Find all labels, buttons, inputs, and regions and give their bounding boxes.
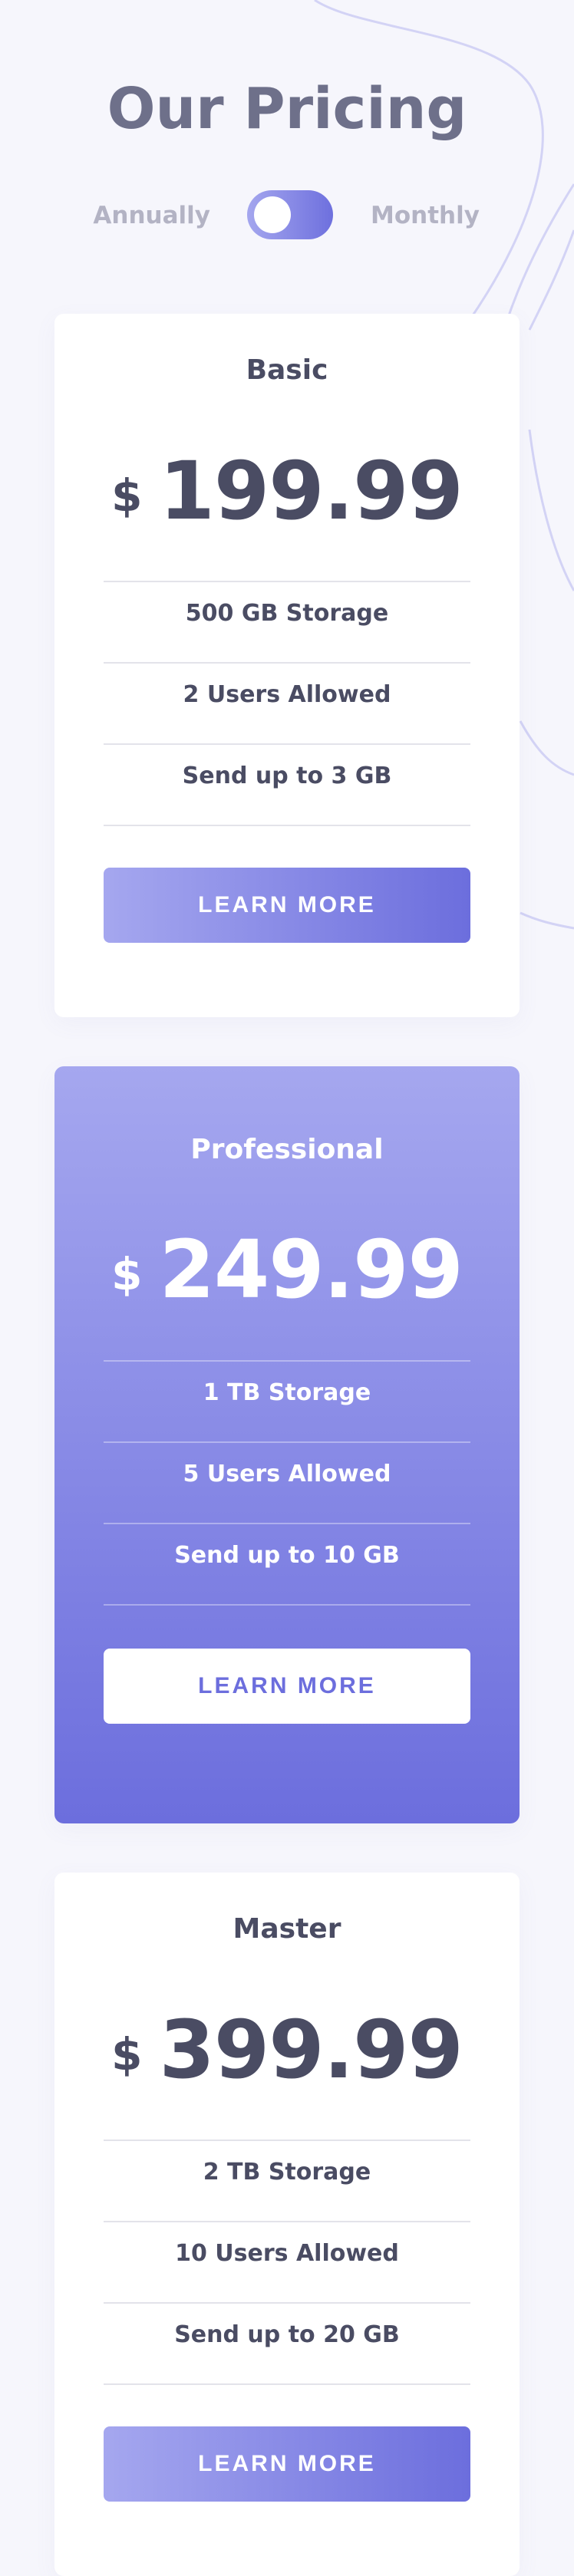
feature-item: 2 Users Allowed bbox=[104, 662, 470, 743]
price: $399.99 bbox=[54, 2003, 520, 2096]
pricing-card-master: Master $399.99 2 TB Storage 10 Users All… bbox=[54, 1873, 520, 2576]
feature-list: 2 TB Storage 10 Users Allowed Send up to… bbox=[104, 2140, 470, 2385]
price: $199.99 bbox=[54, 444, 520, 537]
billing-period-toggle[interactable] bbox=[247, 190, 333, 239]
feature-item: 5 Users Allowed bbox=[104, 1441, 470, 1523]
price: $249.99 bbox=[54, 1223, 520, 1316]
feature-item: Send up to 20 GB bbox=[104, 2302, 470, 2385]
learn-more-button-professional[interactable]: LEARN MORE bbox=[104, 1649, 470, 1724]
currency-symbol: $ bbox=[111, 1247, 143, 1300]
feature-item: Send up to 10 GB bbox=[104, 1523, 470, 1606]
plan-name: Basic bbox=[246, 354, 328, 386]
feature-item: Send up to 3 GB bbox=[104, 743, 470, 826]
feature-item: 2 TB Storage bbox=[104, 2140, 470, 2221]
feature-list: 500 GB Storage 2 Users Allowed Send up t… bbox=[104, 581, 470, 826]
price-amount: 249.99 bbox=[159, 1222, 463, 1316]
toggle-knob[interactable] bbox=[254, 196, 291, 233]
plan-name: Professional bbox=[190, 1134, 384, 1165]
pricing-card-professional: Professional $249.99 1 TB Storage 5 User… bbox=[54, 1066, 520, 1823]
plan-name: Master bbox=[233, 1913, 341, 1945]
pricing-card-basic: Basic $199.99 500 GB Storage 2 Users All… bbox=[54, 314, 520, 1017]
price-amount: 199.99 bbox=[159, 443, 463, 538]
billing-toggle-row: Annually Monthly bbox=[0, 188, 574, 242]
learn-more-button-master[interactable]: LEARN MORE bbox=[104, 2426, 470, 2502]
annually-label[interactable]: Annually bbox=[93, 200, 210, 231]
page-title: Our Pricing bbox=[107, 76, 467, 142]
feature-item: 10 Users Allowed bbox=[104, 2221, 470, 2302]
currency-symbol: $ bbox=[111, 469, 143, 522]
monthly-label[interactable]: Monthly bbox=[371, 200, 480, 231]
feature-item: 1 TB Storage bbox=[104, 1360, 470, 1441]
feature-item: 500 GB Storage bbox=[104, 581, 470, 662]
currency-symbol: $ bbox=[111, 2028, 143, 2080]
feature-list: 1 TB Storage 5 Users Allowed Send up to … bbox=[104, 1360, 470, 1606]
price-amount: 399.99 bbox=[159, 2002, 463, 2097]
learn-more-button-basic[interactable]: LEARN MORE bbox=[104, 868, 470, 943]
